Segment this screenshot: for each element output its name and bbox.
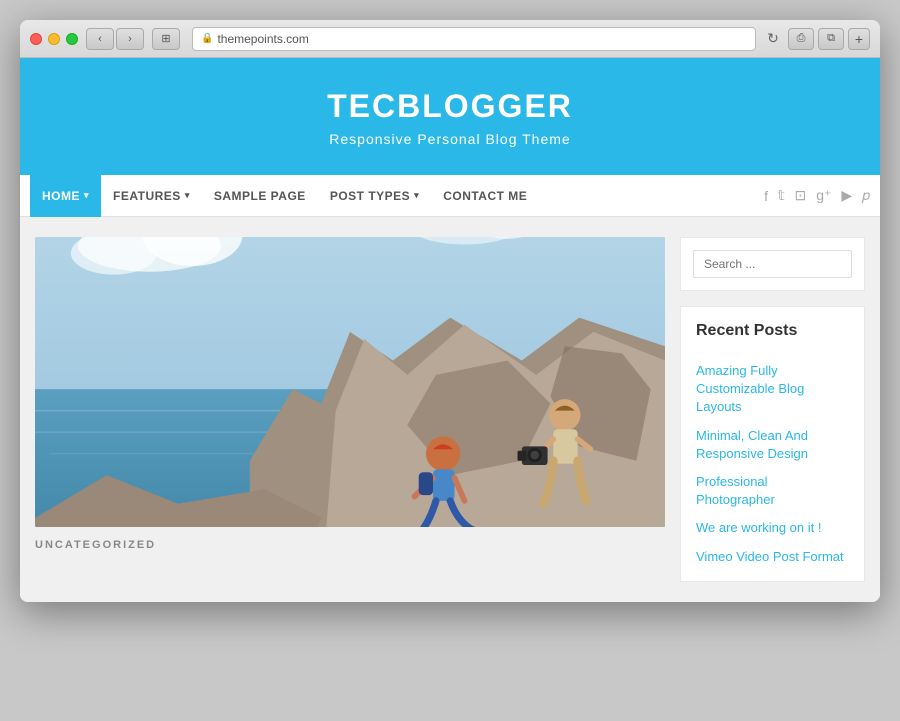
- browser-window: ‹ › ⊞ 🔒 themepoints.com ↻ ⎙ ⧉ + TECBLOGG…: [20, 20, 880, 602]
- site-tagline: Responsive Personal Blog Theme: [40, 131, 860, 147]
- nav-item-post-types[interactable]: POST TYPES ▾: [318, 175, 431, 217]
- content-area: UNCATEGORIZED: [35, 237, 665, 582]
- nav-sample-label: SAMPLE PAGE: [214, 189, 306, 203]
- pinterest-icon[interactable]: 𝑝: [862, 187, 870, 204]
- lock-icon: 🔒: [201, 33, 213, 44]
- nav-menu: HOME ▾ FEATURES ▾ SAMPLE PAGE POST TYPES…: [30, 175, 764, 217]
- dot-maximize[interactable]: [66, 33, 78, 45]
- recent-post-item-5[interactable]: Vimeo Video Post Format: [696, 548, 849, 566]
- recent-posts-widget: Recent Posts Amazing Fully Customizable …: [680, 306, 865, 582]
- site-header: TECBLOGGER Responsive Personal Blog Them…: [20, 58, 880, 175]
- site-title: TECBLOGGER: [40, 88, 860, 125]
- nav-post-types-label: POST TYPES: [330, 189, 410, 203]
- new-tab-button[interactable]: +: [848, 28, 870, 50]
- instagram-icon[interactable]: ⊡: [794, 187, 806, 204]
- recent-post-item-1[interactable]: Amazing Fully Customizable Blog Layouts: [696, 362, 849, 417]
- twitter-icon[interactable]: 𝕥: [778, 187, 785, 204]
- search-input[interactable]: [693, 250, 852, 278]
- recent-post-item-2[interactable]: Minimal, Clean And Responsive Design: [696, 427, 849, 463]
- site-navigation: HOME ▾ FEATURES ▾ SAMPLE PAGE POST TYPES…: [20, 175, 880, 217]
- googleplus-icon[interactable]: g⁺: [816, 187, 831, 204]
- tab-button[interactable]: ⧉: [818, 28, 844, 50]
- browser-dots: [30, 33, 78, 45]
- browser-titlebar: ‹ › ⊞ 🔒 themepoints.com ↻ ⎙ ⧉ +: [20, 20, 880, 58]
- browser-actions: ⎙ ⧉: [788, 28, 844, 50]
- chevron-icon: ▾: [84, 190, 89, 201]
- recent-posts-title: Recent Posts: [696, 322, 849, 348]
- dot-close[interactable]: [30, 33, 42, 45]
- youtube-icon[interactable]: ▶: [841, 187, 852, 204]
- nav-home-label: HOME: [42, 189, 80, 203]
- reload-button[interactable]: ↻: [762, 28, 784, 50]
- share-button[interactable]: ⎙: [788, 28, 814, 50]
- nav-item-features[interactable]: FEATURES ▾: [101, 175, 202, 217]
- dot-minimize[interactable]: [48, 33, 60, 45]
- post-category: UNCATEGORIZED: [35, 539, 665, 551]
- forward-button[interactable]: ›: [116, 28, 144, 50]
- browser-nav-buttons: ‹ ›: [86, 28, 144, 50]
- recent-post-item-3[interactable]: Professional Photographer: [696, 473, 849, 509]
- nav-item-home[interactable]: HOME ▾: [30, 175, 101, 217]
- chevron-icon: ▾: [185, 190, 190, 201]
- recent-post-item-4[interactable]: We are working on it !: [696, 519, 849, 537]
- nav-item-sample-page[interactable]: SAMPLE PAGE: [202, 175, 318, 217]
- window-icon-button[interactable]: ⊞: [152, 28, 180, 50]
- website-content: TECBLOGGER Responsive Personal Blog Them…: [20, 58, 880, 602]
- chevron-icon: ▾: [414, 190, 419, 201]
- nav-social-icons: f 𝕥 ⊡ g⁺ ▶ 𝑝: [764, 187, 870, 204]
- nav-contact-label: CONTACT ME: [443, 189, 527, 203]
- url-text: themepoints.com: [217, 32, 308, 46]
- nav-features-label: FEATURES: [113, 189, 181, 203]
- nav-item-contact[interactable]: CONTACT ME: [431, 175, 539, 217]
- address-bar[interactable]: 🔒 themepoints.com: [192, 27, 756, 51]
- sidebar: Recent Posts Amazing Fully Customizable …: [680, 237, 865, 582]
- featured-image: [35, 237, 665, 527]
- search-widget: [680, 237, 865, 291]
- main-content: UNCATEGORIZED Recent Posts Amazing Fully…: [20, 217, 880, 602]
- back-button[interactable]: ‹: [86, 28, 114, 50]
- facebook-icon[interactable]: f: [764, 188, 768, 204]
